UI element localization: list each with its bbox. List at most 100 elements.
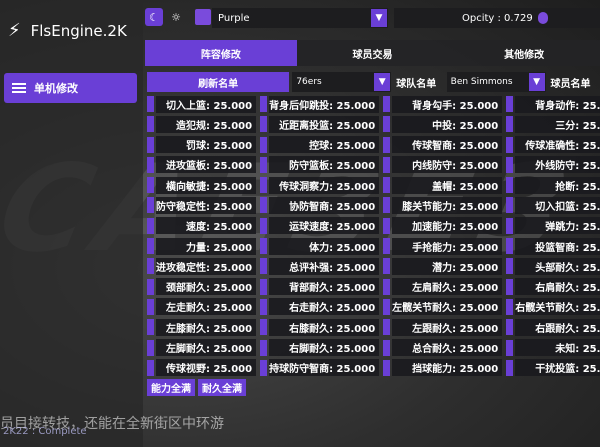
attribute-field[interactable]: 挡球能力: 25.000 xyxy=(383,359,503,377)
attribute-value[interactable]: 切入上篮: 25.000 xyxy=(156,95,257,113)
attribute-field[interactable]: 进攻篮板: 25.000 xyxy=(147,156,257,174)
attribute-value[interactable]: 传球智商: 25.000 xyxy=(392,136,503,154)
sun-icon[interactable]: ☼ xyxy=(167,8,185,26)
attribute-stepper[interactable] xyxy=(147,258,154,275)
attribute-field[interactable]: 控球: 25.000 xyxy=(260,136,380,154)
attribute-value[interactable]: 持球防守智商: 25.000 xyxy=(269,359,380,377)
sidebar-item-single-player-edit[interactable]: 单机修改 xyxy=(4,73,137,103)
attribute-value[interactable]: 右膝耐久: 25.000 xyxy=(269,318,380,336)
attribute-value[interactable]: 防守篮板: 25.000 xyxy=(269,156,380,174)
attribute-value[interactable]: 罚球: 25.000 xyxy=(156,136,257,154)
attribute-field[interactable]: 抢断: 25.000 xyxy=(506,176,600,194)
attribute-value[interactable]: 右跟耐久: 25.000 xyxy=(515,318,600,336)
attribute-stepper[interactable] xyxy=(147,136,154,153)
attribute-field[interactable]: 传球智商: 25.000 xyxy=(383,136,503,154)
attribute-value[interactable]: 防守稳定性: 25.000 xyxy=(156,196,257,214)
attribute-stepper[interactable] xyxy=(506,298,514,315)
attribute-value[interactable]: 左脚耐久: 25.000 xyxy=(156,339,257,357)
attribute-field[interactable]: 传球洞察力: 25.000 xyxy=(260,176,380,194)
attribute-field[interactable]: 运球速度: 25.000 xyxy=(260,217,380,235)
attribute-field[interactable]: 近距离投篮: 25.000 xyxy=(260,115,380,133)
attribute-field[interactable]: 颈部耐久: 25.000 xyxy=(147,278,257,296)
tab-lineup-edit[interactable]: 阵容修改 xyxy=(145,40,297,66)
slider-handle[interactable] xyxy=(538,12,548,24)
attribute-value[interactable]: 传球准确性: 25.000 xyxy=(515,136,600,154)
attribute-stepper[interactable] xyxy=(383,197,391,214)
attribute-field[interactable]: 右膝耐久: 25.000 xyxy=(260,318,380,336)
attribute-stepper[interactable] xyxy=(260,258,268,275)
attribute-stepper[interactable] xyxy=(260,359,268,376)
attribute-stepper[interactable] xyxy=(506,197,514,214)
attribute-stepper[interactable] xyxy=(147,359,154,376)
attribute-value[interactable]: 体力: 25.000 xyxy=(269,237,380,255)
attribute-stepper[interactable] xyxy=(383,96,391,112)
attribute-stepper[interactable] xyxy=(260,238,268,255)
attribute-field[interactable]: 中投: 25.000 xyxy=(383,115,503,133)
attribute-stepper[interactable] xyxy=(506,278,514,295)
attribute-value[interactable]: 近距离投篮: 25.000 xyxy=(269,115,380,133)
attribute-stepper[interactable] xyxy=(506,359,514,376)
attribute-stepper[interactable] xyxy=(506,177,514,194)
attribute-value[interactable]: 控球: 25.000 xyxy=(269,136,380,154)
attribute-field[interactable]: 右肩耐久: 25.000 xyxy=(506,278,600,296)
attribute-stepper[interactable] xyxy=(506,217,514,234)
attribute-value[interactable]: 总评补强: 25.000 xyxy=(269,257,380,275)
attribute-stepper[interactable] xyxy=(260,339,268,356)
attribute-field[interactable]: 背身动作: 25.000 xyxy=(506,95,600,113)
attribute-stepper[interactable] xyxy=(260,116,268,133)
attribute-field[interactable]: 防守篮板: 25.000 xyxy=(260,156,380,174)
attribute-stepper[interactable] xyxy=(383,217,391,234)
attribute-field[interactable]: 背身勾手: 25.000 xyxy=(383,95,503,113)
attribute-value[interactable]: 速度: 25.000 xyxy=(156,217,257,235)
attribute-value[interactable]: 中投: 25.000 xyxy=(392,115,503,133)
attribute-value[interactable]: 膝关节能力: 25.000 xyxy=(392,196,503,214)
attribute-value[interactable]: 未知: 25.000 xyxy=(515,339,600,357)
attribute-field[interactable]: 左跟耐久: 25.000 xyxy=(383,318,503,336)
attribute-value[interactable]: 挡球能力: 25.000 xyxy=(392,359,503,377)
attribute-value[interactable]: 内线防守: 25.000 xyxy=(392,156,503,174)
attribute-value[interactable]: 头部耐久: 25.000 xyxy=(515,257,600,275)
attribute-value[interactable]: 手抢能力: 25.000 xyxy=(392,237,503,255)
attribute-field[interactable]: 干扰投篮: 25.000 xyxy=(506,359,600,377)
attribute-stepper[interactable] xyxy=(147,197,154,214)
attribute-value[interactable]: 背身后仰跳投: 25.000 xyxy=(269,95,380,113)
attribute-field[interactable]: 左肩耐久: 25.000 xyxy=(383,278,503,296)
attribute-value[interactable]: 切入扣篮: 25.000 xyxy=(515,196,600,214)
attribute-value[interactable]: 总合耐久: 25.000 xyxy=(392,339,503,357)
attribute-stepper[interactable] xyxy=(147,156,154,173)
attribute-stepper[interactable] xyxy=(260,217,268,234)
attribute-field[interactable]: 右髋关节耐久: 25.000 xyxy=(506,298,600,316)
attribute-field[interactable]: 力量: 25.000 xyxy=(147,237,257,255)
attribute-stepper[interactable] xyxy=(383,136,391,153)
attribute-value[interactable]: 左膝耐久: 25.000 xyxy=(156,318,257,336)
attribute-field[interactable]: 切入扣篮: 25.000 xyxy=(506,196,600,214)
attribute-stepper[interactable] xyxy=(260,278,268,295)
attribute-value[interactable]: 背部耐久: 25.000 xyxy=(269,278,380,296)
attribute-value[interactable]: 右髋关节耐久: 25.000 xyxy=(515,298,600,316)
attribute-stepper[interactable] xyxy=(383,238,391,255)
attribute-field[interactable]: 持球防守智商: 25.000 xyxy=(260,359,380,377)
attribute-stepper[interactable] xyxy=(383,278,391,295)
attribute-field[interactable]: 防守稳定性: 25.000 xyxy=(147,196,257,214)
attribute-field[interactable]: 头部耐久: 25.000 xyxy=(506,257,600,275)
attribute-stepper[interactable] xyxy=(506,319,514,336)
attribute-stepper[interactable] xyxy=(506,116,514,133)
attribute-field[interactable]: 横向敏捷: 25.000 xyxy=(147,176,257,194)
attribute-field[interactable]: 速度: 25.000 xyxy=(147,217,257,235)
attribute-stepper[interactable] xyxy=(147,298,154,315)
attribute-field[interactable]: 右跟耐久: 25.000 xyxy=(506,318,600,336)
attribute-field[interactable]: 左髋关节耐久: 25.000 xyxy=(383,298,503,316)
attribute-field[interactable]: 进攻稳定性: 25.000 xyxy=(147,257,257,275)
attribute-field[interactable]: 弹跳力: 25.000 xyxy=(506,217,600,235)
attribute-field[interactable]: 体力: 25.000 xyxy=(260,237,380,255)
attribute-stepper[interactable] xyxy=(383,177,391,194)
attribute-field[interactable]: 未知: 25.000 xyxy=(506,339,600,357)
attribute-field[interactable]: 外线防守: 25.000 xyxy=(506,156,600,174)
attribute-field[interactable]: 左走耐久: 25.000 xyxy=(147,298,257,316)
attribute-stepper[interactable] xyxy=(147,339,154,356)
attribute-stepper[interactable] xyxy=(147,177,154,194)
attribute-stepper[interactable] xyxy=(147,116,154,133)
opacity-slider[interactable]: Opcity : 0.729 xyxy=(394,8,600,28)
attribute-field[interactable]: 传球视野: 25.000 xyxy=(147,359,257,377)
attribute-stepper[interactable] xyxy=(260,197,268,214)
